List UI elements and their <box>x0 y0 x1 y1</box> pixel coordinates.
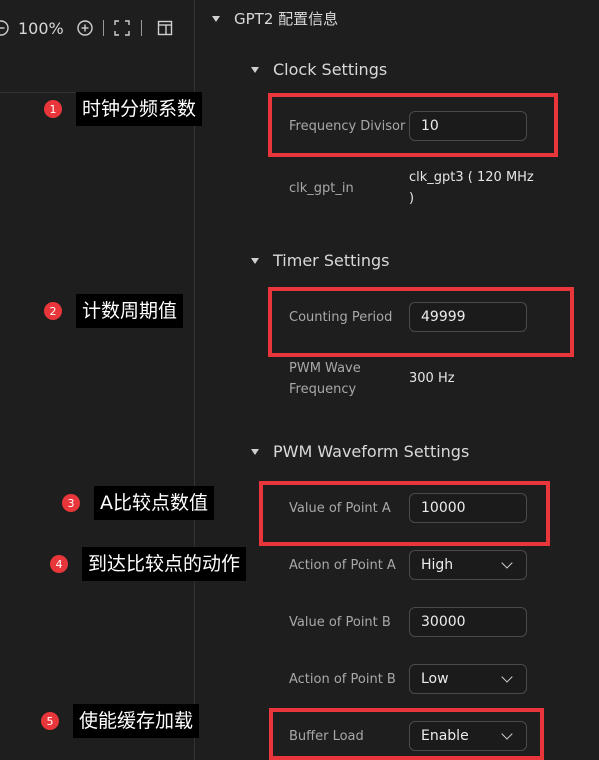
collapse-triangle-icon <box>251 448 259 455</box>
chevron-down-icon <box>501 557 513 569</box>
highlight-box-point-a <box>259 481 550 546</box>
point-b-action-label: Action of Point B <box>289 672 396 687</box>
zoom-out-icon[interactable] <box>0 19 10 37</box>
section-title: Timer Settings <box>273 251 390 270</box>
fullscreen-icon[interactable] <box>113 19 131 37</box>
input-value: 30000 <box>421 614 466 630</box>
annotation-text: 使能缓存加载 <box>73 704 200 738</box>
panel-header[interactable]: GPT2 配置信息 <box>212 8 338 29</box>
annotation-2: 2 计数周期值 <box>44 294 184 328</box>
clk-value-line: ) <box>409 191 415 206</box>
collapse-triangle-icon <box>251 257 259 264</box>
annotation-3: 3 A比较点数值 <box>62 486 214 520</box>
section-pwm-header[interactable]: PWM Waveform Settings <box>251 442 469 461</box>
label-line: PWM Wave <box>289 361 361 376</box>
select-value: Low <box>421 671 449 687</box>
section-timer-header[interactable]: Timer Settings <box>251 251 389 270</box>
section-title: Clock Settings <box>273 60 388 79</box>
section-clock-header[interactable]: Clock Settings <box>251 60 387 79</box>
select-value: High <box>421 557 454 573</box>
point-b-action-select[interactable]: Low <box>409 664 527 694</box>
point-a-action-select[interactable]: High <box>409 550 527 580</box>
toolbar-separator <box>102 20 104 36</box>
pwm-wave-frequency-label: PWM Wave Frequency <box>289 358 361 400</box>
label-line: Frequency <box>289 382 357 397</box>
collapse-triangle-icon <box>251 66 259 73</box>
annotation-number-badge: 5 <box>41 712 59 730</box>
pwm-wave-frequency-value: 300 Hz <box>409 371 455 386</box>
annotation-5: 5 使能缓存加载 <box>41 704 200 738</box>
annotation-text: A比较点数值 <box>94 486 214 520</box>
annotation-1: 1 时钟分频系数 <box>44 92 203 126</box>
point-b-value-label: Value of Point B <box>289 615 391 630</box>
annotation-number-badge: 3 <box>62 494 80 512</box>
point-b-value-input[interactable]: 30000 <box>409 607 527 637</box>
panel-toggle-icon[interactable] <box>156 19 174 37</box>
annotation-text: 到达比较点的动作 <box>82 547 247 581</box>
panel-title: GPT2 配置信息 <box>234 10 339 28</box>
highlight-box-frequency <box>268 93 558 157</box>
clk-gpt-in-label: clk_gpt_in <box>289 181 354 196</box>
annotation-number-badge: 2 <box>44 302 62 320</box>
annotation-number-badge: 1 <box>44 100 62 118</box>
clk-gpt-in-value: clk_gpt3 ( 120 MHz ) <box>409 167 534 209</box>
zoom-level: 100% <box>18 18 64 38</box>
annotation-4: 4 到达比较点的动作 <box>50 547 247 581</box>
canvas-toolbar: 100% <box>0 14 174 42</box>
annotation-text: 时钟分频系数 <box>76 92 203 126</box>
clk-value-line: clk_gpt3 ( 120 MHz <box>409 170 534 185</box>
annotation-text: 计数周期值 <box>76 294 184 328</box>
zoom-in-icon[interactable] <box>76 19 94 37</box>
annotation-number-badge: 4 <box>50 555 68 573</box>
section-title: PWM Waveform Settings <box>273 442 470 461</box>
chevron-down-icon <box>501 671 513 683</box>
toolbar-separator <box>140 20 142 36</box>
point-a-action-label: Action of Point A <box>289 558 396 573</box>
highlight-box-period <box>268 287 574 357</box>
highlight-box-buffer <box>269 708 544 760</box>
collapse-triangle-icon <box>212 15 220 22</box>
